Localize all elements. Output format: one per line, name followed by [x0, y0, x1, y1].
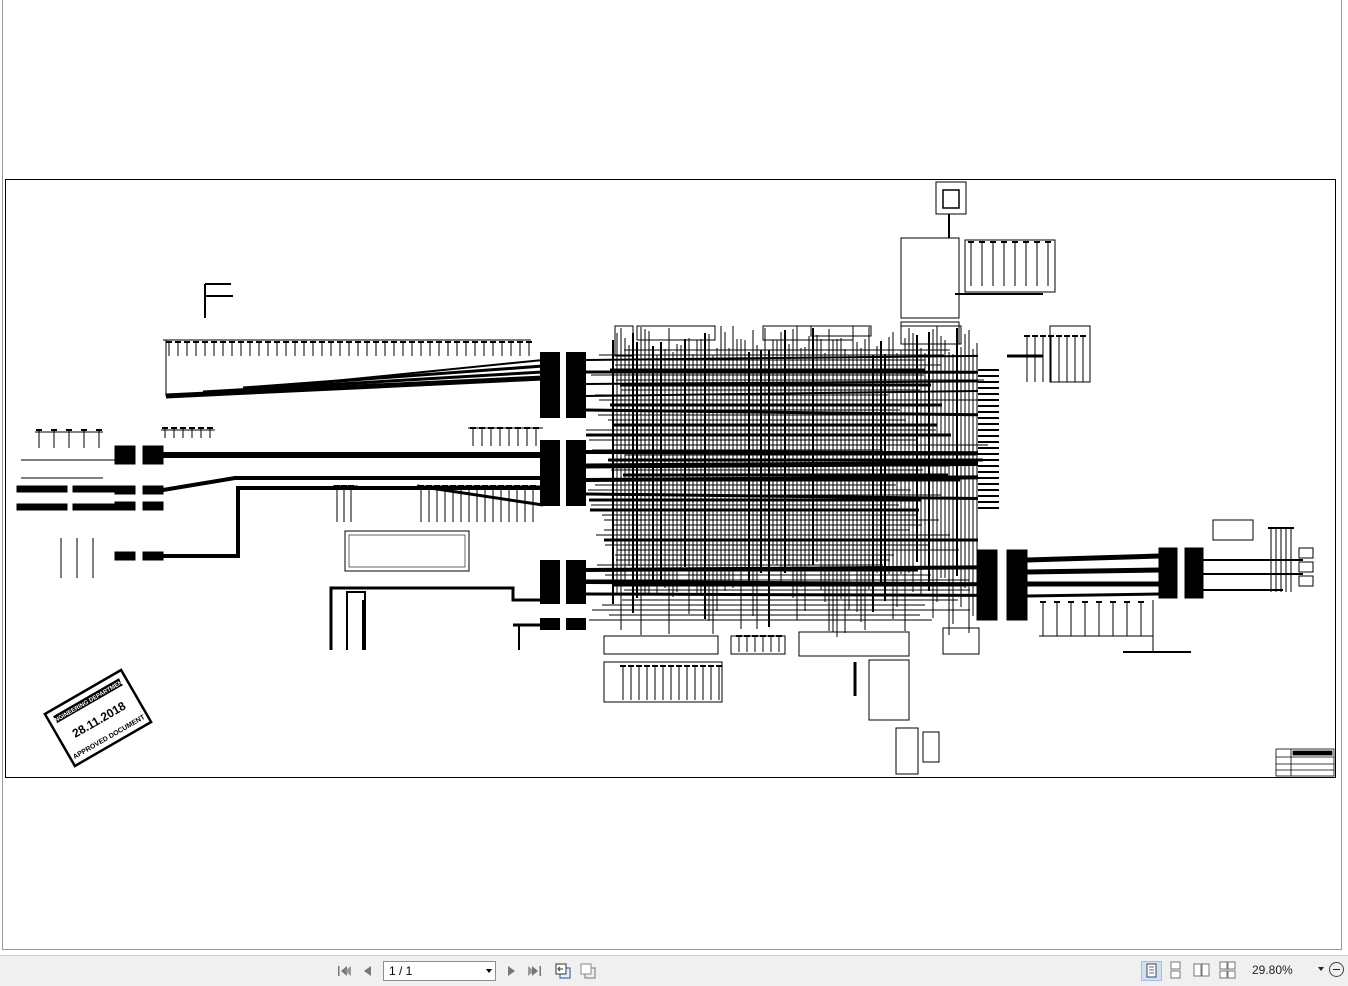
zoom-out-icon[interactable] [1329, 962, 1344, 977]
upper-left-harness [163, 339, 544, 399]
continuous-view-button[interactable] [1166, 961, 1187, 981]
top-left-connector [204, 283, 233, 318]
continuous-facing-view-button[interactable] [1218, 961, 1239, 981]
single-page-view-button[interactable] [1141, 961, 1162, 981]
wiring-schematic: ENGINEERING DEPARTMENT 28.11.2018 APPROV… [5, 179, 1336, 778]
pin-row-top [166, 341, 532, 356]
first-page-button[interactable] [336, 963, 352, 979]
facing-view-button[interactable] [1192, 961, 1213, 981]
left-connectors [16, 431, 543, 578]
previous-view-icon [555, 963, 571, 979]
main-connector-blocks [540, 352, 586, 630]
last-page-icon [528, 966, 541, 976]
mid-left-harness [161, 427, 544, 650]
title-block [1275, 748, 1335, 777]
previous-view-button[interactable] [554, 963, 571, 979]
chevron-down-icon [486, 969, 492, 973]
zoom-level[interactable]: 29.80% [1252, 963, 1293, 977]
right-harness [976, 354, 1314, 653]
document-viewer[interactable]: ENGINEERING DEPARTMENT 28.11.2018 APPROV… [0, 0, 1348, 955]
continuous-facing-icon [1219, 961, 1236, 979]
approval-stamp: ENGINEERING DEPARTMENT 28.11.2018 APPROV… [43, 668, 153, 768]
facing-pages-icon [1193, 963, 1210, 977]
first-page-icon [338, 966, 351, 976]
single-page-icon [1146, 963, 1157, 978]
previous-page-icon [364, 966, 371, 976]
status-bar: 1 / 1 29.80% [0, 955, 1348, 986]
next-view-button[interactable] [579, 963, 596, 979]
bottom-modules [603, 627, 980, 775]
continuous-page-icon [1170, 961, 1181, 979]
next-page-button[interactable] [503, 963, 519, 979]
page-number-field[interactable]: 1 / 1 [383, 961, 496, 981]
pdf-page: ENGINEERING DEPARTMENT 28.11.2018 APPROV… [2, 0, 1342, 950]
next-page-icon [508, 966, 515, 976]
previous-page-button[interactable] [360, 963, 376, 979]
last-page-button[interactable] [527, 963, 543, 979]
zoom-dropdown-icon[interactable] [1318, 967, 1324, 971]
next-view-icon [580, 963, 596, 979]
page-indicator: 1 / 1 [389, 964, 413, 978]
central-wiring-matrix [585, 325, 999, 637]
